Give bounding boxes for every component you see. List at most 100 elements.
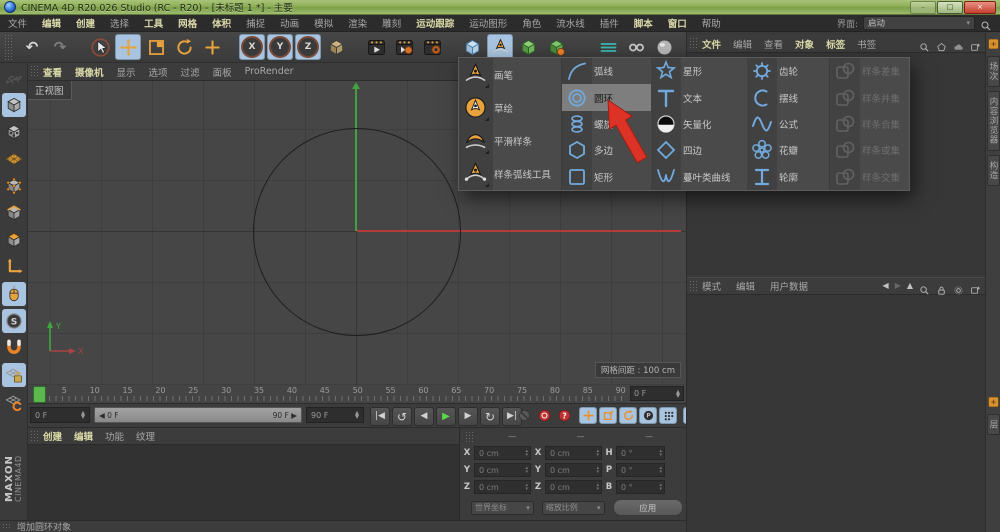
- status-bar-handle[interactable]: [2, 523, 12, 530]
- menu-item[interactable]: 编辑: [42, 16, 61, 30]
- viewport-menu-handle[interactable]: [30, 65, 40, 78]
- autokey-help-button[interactable]: ?: [555, 407, 573, 424]
- viewport-menu-item[interactable]: ProRender: [245, 66, 294, 77]
- record-keyframe-button[interactable]: [535, 407, 553, 424]
- material-menu-item[interactable]: 创建: [43, 429, 62, 443]
- play-backwards-button[interactable]: ↺: [392, 407, 412, 426]
- key-scale-toggle[interactable]: [599, 407, 617, 424]
- play-button[interactable]: ▶: [436, 407, 456, 426]
- spline-shape-item[interactable]: 星形: [651, 58, 747, 84]
- sidebar-mode-button[interactable]: [2, 174, 26, 198]
- object-manager-menu-item[interactable]: 编辑: [733, 37, 752, 51]
- position-field[interactable]: 0 cm▴▾: [474, 446, 531, 460]
- spline-tool-item[interactable]: 样条弧线工具: [459, 157, 561, 190]
- attributes-tab-icon[interactable]: [987, 394, 1000, 410]
- tab-takes[interactable]: 场次: [987, 56, 1000, 87]
- viewport-menu-item[interactable]: 选项: [149, 65, 168, 79]
- object-manager-menu-item[interactable]: 标签: [826, 37, 845, 51]
- size-mode-dropdown[interactable]: 缩放比例▾: [542, 501, 605, 515]
- viewport-menu-item[interactable]: 显示: [117, 65, 136, 79]
- menu-item[interactable]: 运动跟踪: [416, 16, 454, 30]
- sidebar-mode-button[interactable]: [2, 363, 26, 387]
- apply-button[interactable]: 应用: [613, 499, 683, 516]
- next-frame-button[interactable]: ▶: [458, 407, 478, 426]
- timeline-playhead[interactable]: [33, 386, 46, 403]
- sidebar-mode-button[interactable]: [2, 336, 26, 360]
- spinner-arrows-icon[interactable]: ▴▾: [676, 390, 680, 398]
- attribute-manager-content[interactable]: [687, 295, 985, 532]
- menu-item[interactable]: 角色: [522, 16, 541, 30]
- viewport-menu-item[interactable]: 面板: [213, 65, 232, 79]
- spline-shape-item[interactable]: 四边: [651, 137, 747, 163]
- rotation-field[interactable]: 0 °▴▾: [616, 446, 665, 460]
- lock-icon[interactable]: [936, 281, 947, 292]
- key-parameter-toggle[interactable]: P: [639, 407, 657, 424]
- lock-z-axis-button[interactable]: Z: [295, 34, 321, 60]
- object-manager-menu-item[interactable]: 查看: [764, 37, 783, 51]
- filter-icon[interactable]: [936, 38, 947, 49]
- material-menu-item[interactable]: 纹理: [136, 429, 155, 443]
- spline-shape-item[interactable]: 轮廓: [747, 164, 829, 190]
- position-field[interactable]: 0 cm▴▾: [474, 480, 531, 494]
- menu-item[interactable]: 帮助: [702, 16, 721, 30]
- rotation-field[interactable]: 0 °▴▾: [616, 463, 665, 477]
- attribute-manager-menu-item[interactable]: 模式: [702, 279, 721, 293]
- render-view-button[interactable]: [363, 34, 389, 60]
- sidebar-mode-button[interactable]: [2, 282, 26, 306]
- minimize-button[interactable]: –: [910, 1, 936, 14]
- spline-shape-item[interactable]: 齿轮: [747, 58, 829, 84]
- spline-shape-item[interactable]: 圆环: [562, 84, 651, 110]
- attribute-manager-menu-item[interactable]: 用户数据: [770, 279, 808, 293]
- spline-shape-item[interactable]: 矩形: [562, 164, 651, 190]
- close-button[interactable]: ×: [964, 1, 996, 14]
- frame-spinner[interactable]: 0 F ▴▾: [630, 386, 684, 401]
- menu-item[interactable]: 雕刻: [382, 16, 401, 30]
- key-pla-toggle[interactable]: [659, 407, 677, 424]
- add-panel-icon[interactable]: [970, 38, 981, 49]
- rotate-tool[interactable]: [171, 34, 197, 60]
- menu-item[interactable]: 网格: [178, 16, 197, 30]
- search-icon[interactable]: [919, 281, 930, 292]
- parent-up-icon[interactable]: ▲: [907, 282, 913, 290]
- menu-item[interactable]: 捕捉: [246, 16, 265, 30]
- live-selection-tool[interactable]: [87, 34, 113, 60]
- object-manager-menu-item[interactable]: 书签: [857, 37, 876, 51]
- spline-shape-item[interactable]: 弧线: [562, 58, 651, 84]
- objects-tab-icon[interactable]: [987, 36, 1000, 52]
- material-menu-item[interactable]: 功能: [105, 429, 124, 443]
- size-field[interactable]: 0 cm▴▾: [545, 480, 602, 494]
- sidebar-mode-button[interactable]: S: [2, 309, 26, 333]
- undo-button[interactable]: ↶: [19, 34, 45, 60]
- sidebar-mode-button[interactable]: [2, 66, 26, 90]
- sidebar-mode-button[interactable]: [2, 147, 26, 171]
- goto-start-button[interactable]: |◀: [370, 407, 390, 426]
- end-frame-field[interactable]: 90 F ▴▾: [306, 407, 364, 423]
- coordinate-system-button[interactable]: [323, 34, 349, 60]
- coordinates-handle[interactable]: [465, 431, 475, 442]
- menu-item[interactable]: 脚本: [634, 16, 653, 30]
- sidebar-mode-button[interactable]: [2, 201, 26, 225]
- spline-shape-item[interactable]: 螺旋: [562, 111, 651, 137]
- preview-range-slider[interactable]: ◀ 0 F 90 F ▶: [94, 407, 302, 423]
- interface-dropdown[interactable]: 启动 ▾: [863, 16, 975, 30]
- spline-shape-item[interactable]: 花瓣: [747, 137, 829, 163]
- viewport-menu-item[interactable]: 摄像机: [75, 65, 104, 79]
- visibility-icon[interactable]: [953, 38, 964, 49]
- spinner-arrows-icon[interactable]: ▴▾: [81, 411, 85, 419]
- menu-item[interactable]: 文件: [8, 16, 27, 30]
- object-manager-handle[interactable]: [689, 37, 699, 50]
- rotation-field[interactable]: 0 °▴▾: [616, 480, 665, 494]
- menu-item[interactable]: 体积: [212, 16, 231, 30]
- timeline-ruler[interactable]: 051015202530354045505560657075808590 0 F…: [28, 385, 686, 404]
- object-manager-menu-item[interactable]: 文件: [702, 37, 721, 51]
- spinner-arrows-icon[interactable]: ▴▾: [355, 411, 359, 419]
- menu-item[interactable]: 模拟: [314, 16, 333, 30]
- spline-tool-item[interactable]: 平滑样条: [459, 124, 561, 157]
- render-settings-button[interactable]: [419, 34, 445, 60]
- object-manager-menu-item[interactable]: 对象: [795, 37, 814, 51]
- sidebar-mode-button[interactable]: [2, 120, 26, 144]
- toolbar-drag-handle[interactable]: [4, 34, 14, 60]
- key-rotation-toggle[interactable]: [619, 407, 637, 424]
- attribute-manager-menu-item[interactable]: 编辑: [736, 279, 755, 293]
- menu-item[interactable]: 工具: [144, 16, 163, 30]
